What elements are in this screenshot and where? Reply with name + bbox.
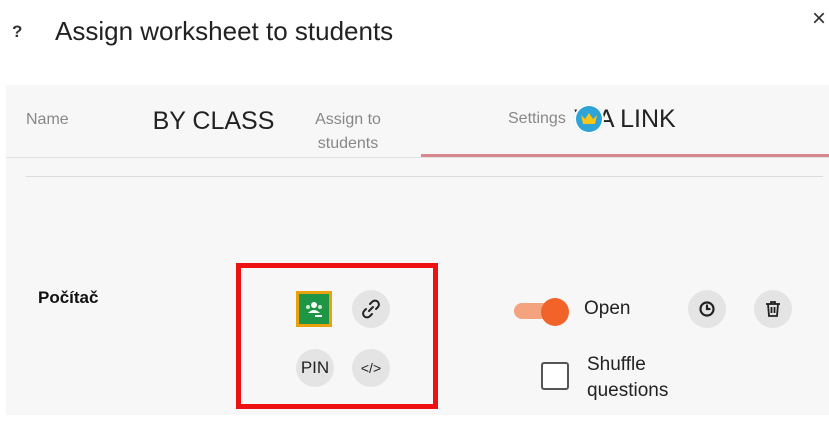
column-header-settings-label: Settings [508,110,566,127]
column-header-assign-line2: students [317,135,379,152]
clock-icon[interactable] [688,290,726,328]
column-header-name: Name [26,111,69,128]
shuffle-label-line2: questions [587,380,669,401]
premium-crown-icon [573,104,604,134]
dialog-title: Assign worksheet to students [55,16,394,46]
google-classroom-icon[interactable] [296,291,332,327]
row-name: Počítač [38,288,99,307]
shuffle-checkbox[interactable] [541,362,569,390]
column-header-assign: Assign to students [306,108,390,156]
pin-button[interactable]: PIN [296,349,334,387]
link-icon[interactable] [352,290,390,328]
close-button[interactable]: × [812,7,826,31]
column-header-settings: Settings [508,104,604,134]
help-icon[interactable]: ? [12,22,22,42]
assign-panel: BY CLASS VIA LINK [6,85,829,415]
tab-bar: BY CLASS VIA LINK [6,85,829,158]
trash-icon[interactable] [754,290,792,328]
header-divider [26,176,823,177]
column-header-assign-line1: Assign to [315,111,381,128]
shuffle-label: Shuffle questions [587,352,668,404]
tab-via-link[interactable]: VIA LINK [421,85,829,157]
status-label: Open [584,298,631,319]
shuffle-label-line1: Shuffle [587,354,646,375]
open-toggle[interactable] [514,298,570,326]
embed-code-icon[interactable]: </> [352,349,390,387]
